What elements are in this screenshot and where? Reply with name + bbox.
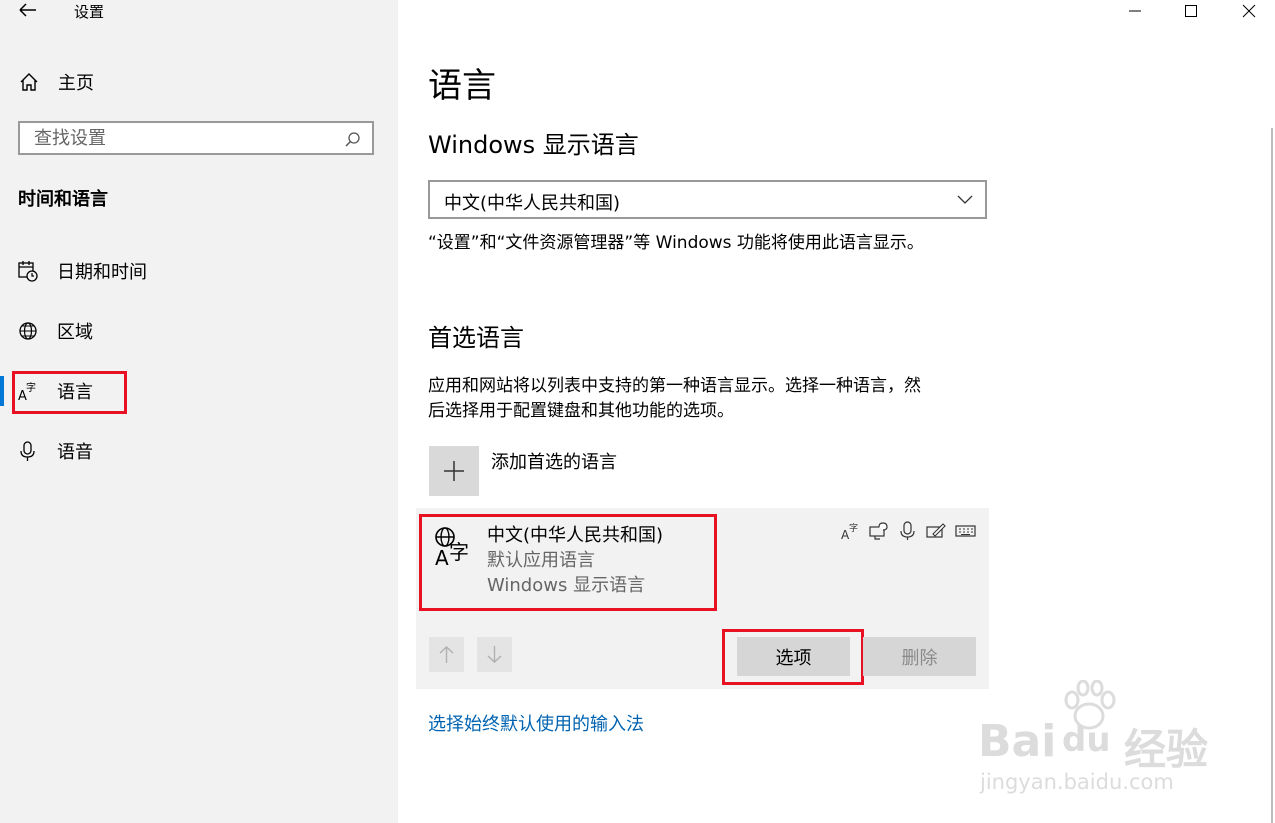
sidebar-home[interactable]: 主页: [18, 68, 94, 96]
globe-icon: [18, 320, 38, 342]
maximize-icon: [1185, 5, 1197, 17]
handwriting-icon: [925, 521, 947, 545]
back-arrow-icon: [19, 3, 36, 17]
language-pack-icon: A 字: [841, 521, 861, 545]
highlight-box-language: [12, 371, 127, 414]
watermark-brand-du: du: [1062, 720, 1111, 760]
highlight-box-language-item: [419, 514, 717, 611]
sidebar-home-label: 主页: [58, 73, 94, 94]
sidebar-item-region[interactable]: 区域: [18, 317, 93, 345]
highlight-box-options: [722, 629, 864, 685]
plus-icon: [442, 459, 466, 483]
watermark-url: jingyan.baidu.com: [980, 770, 1174, 794]
input-method-link[interactable]: 选择始终默认使用的输入法: [428, 710, 644, 736]
selected-indicator: [0, 376, 4, 406]
chevron-down-icon: [957, 195, 973, 205]
remove-button[interactable]: 删除: [863, 637, 976, 676]
add-language-label[interactable]: 添加首选的语言: [491, 448, 617, 474]
sidebar-item-label: 语音: [57, 442, 93, 463]
calendar-clock-icon: [18, 260, 38, 282]
sidebar-item-label: 区域: [57, 322, 93, 343]
watermark-brand-cn: 经验: [1124, 725, 1209, 774]
preferred-description-line1: 应用和网站将以列表中支持的第一种语言显示。选择一种语言，然: [428, 376, 921, 396]
display-language-description: “设置”和“文件资源管理器”等 Windows 功能将使用此语言显示。: [428, 233, 924, 253]
sidebar-item-date-time[interactable]: 日期和时间: [18, 257, 147, 285]
minimize-icon: [1129, 10, 1141, 12]
baidu-watermark: Bai du 经验 jingyan.baidu.com: [978, 680, 1218, 800]
search-icon[interactable]: [344, 131, 362, 149]
search-input[interactable]: [20, 123, 334, 153]
page-title: 语言: [428, 66, 496, 106]
scrollbar[interactable]: [1271, 128, 1273, 823]
microphone-icon: [899, 521, 917, 545]
display-language-dropdown[interactable]: 中文(中华人民共和国): [428, 180, 987, 219]
keyboard-icon: [955, 521, 977, 545]
svg-text:字: 字: [849, 522, 858, 534]
home-icon: [18, 71, 40, 93]
move-down-button[interactable]: [477, 637, 512, 672]
dropdown-value: 中文(中华人民共和国): [444, 193, 621, 214]
app-title: 设置: [74, 3, 105, 21]
preferred-language-heading: 首选语言: [428, 324, 524, 352]
arrow-down-icon: [485, 645, 504, 664]
close-icon: [1242, 4, 1256, 18]
back-button[interactable]: [14, 0, 42, 22]
sidebar-item-speech[interactable]: 语音: [18, 437, 93, 465]
search-box[interactable]: [18, 121, 374, 155]
watermark-brand-latin: Bai: [978, 716, 1057, 767]
section-title: 时间和语言: [18, 189, 108, 210]
move-up-button[interactable]: [429, 637, 464, 672]
minimize-button[interactable]: [1112, 0, 1158, 22]
sidebar-item-label: 日期和时间: [57, 262, 147, 283]
preferred-description-line2: 后选择用于配置键盘和其他功能的选项。: [428, 401, 734, 421]
display-language-heading: Windows 显示语言: [428, 131, 639, 159]
close-button[interactable]: [1226, 0, 1272, 22]
microphone-icon: [18, 440, 38, 462]
arrow-up-icon: [437, 645, 456, 664]
maximize-button[interactable]: [1168, 0, 1214, 22]
speech-icon: [868, 521, 890, 545]
add-language-button[interactable]: [429, 446, 479, 496]
